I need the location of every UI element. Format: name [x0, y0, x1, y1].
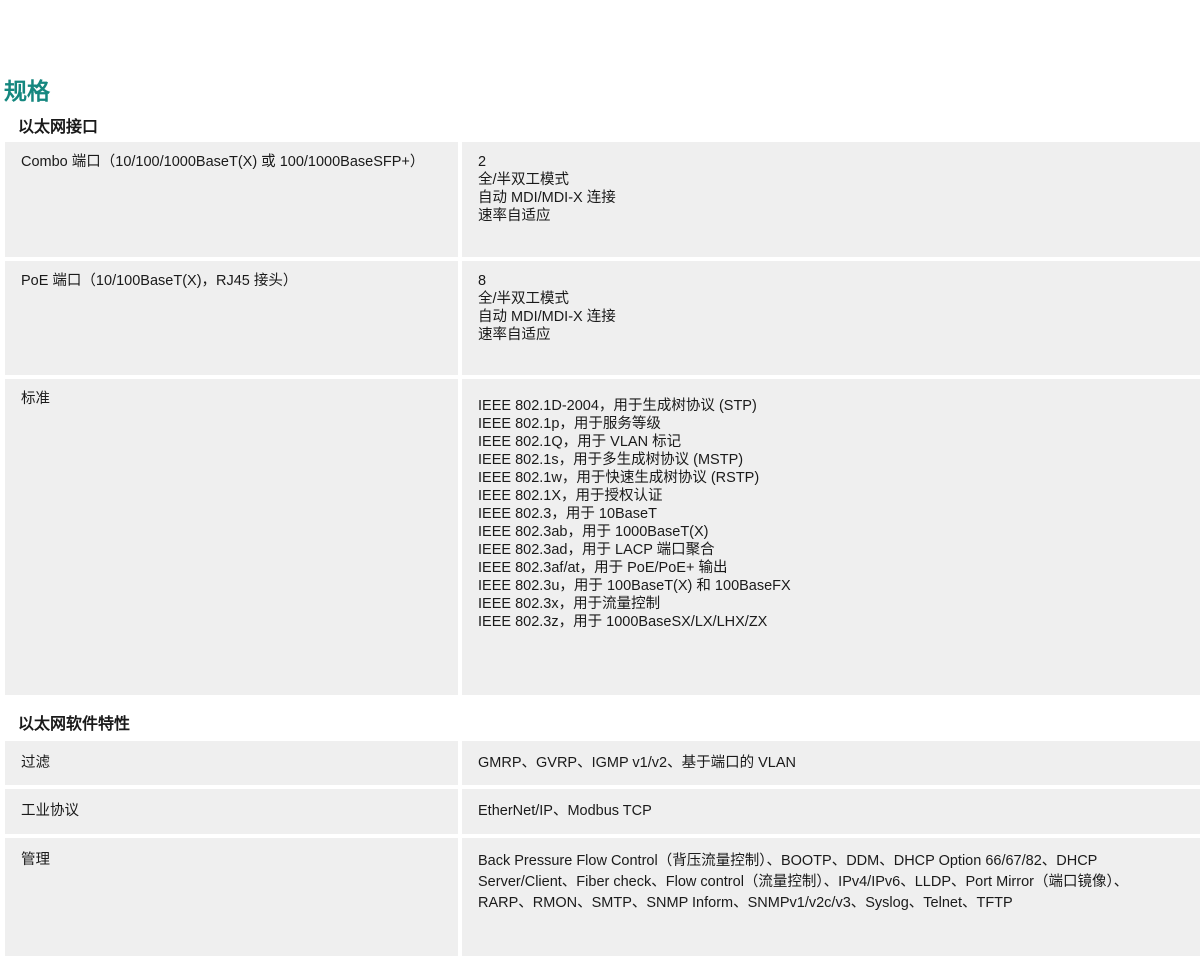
spec-value: Back Pressure Flow Control（背压流量控制）、BOOTP…: [462, 838, 1200, 956]
spec-row-filtering: 过滤 GMRP、GVRP、IGMP v1/v2、基于端口的 VLAN: [5, 741, 1200, 785]
ethernet-interface-table: Combo 端口（10/100/1000BaseT(X) 或 100/1000B…: [5, 142, 1200, 695]
spec-label: 过滤: [5, 741, 458, 785]
spec-row-poe-ports: PoE 端口（10/100BaseT(X)，RJ45 接头） 8 全/半双工模式…: [5, 261, 1200, 375]
ethernet-software-table: 过滤 GMRP、GVRP、IGMP v1/v2、基于端口的 VLAN 工业协议 …: [5, 741, 1200, 956]
standard-item: IEEE 802.3z，用于 1000BaseSX/LX/LHX/ZX: [478, 614, 768, 630]
standard-item: IEEE 802.1X，用于授权认证: [478, 488, 663, 504]
section-title-ethernet-interface: 以太网接口: [18, 119, 99, 136]
standard-item: IEEE 802.1D-2004，用于生成树协议 (STP): [478, 398, 757, 414]
spec-value-line: EtherNet/IP、Modbus TCP: [478, 803, 652, 819]
standard-item: IEEE 802.3x，用于流量控制: [478, 596, 661, 612]
spec-row-management: 管理 Back Pressure Flow Control（背压流量控制）、BO…: [5, 838, 1200, 956]
spec-value-line: 速率自适应: [478, 208, 551, 224]
spec-value-line: 8: [478, 273, 487, 289]
spec-label: 管理: [5, 838, 458, 956]
spec-value-line: 自动 MDI/MDI-X 连接: [478, 309, 616, 325]
spec-value: GMRP、GVRP、IGMP v1/v2、基于端口的 VLAN: [462, 741, 1200, 785]
spec-label: PoE 端口（10/100BaseT(X)，RJ45 接头）: [5, 261, 458, 375]
spec-value-line: 全/半双工模式: [478, 172, 570, 188]
page-title: 规格: [4, 78, 50, 104]
spec-label: 标准: [5, 379, 458, 695]
spec-value: 2 全/半双工模式 自动 MDI/MDI-X 连接 速率自适应: [462, 142, 1200, 257]
spec-label: 工业协议: [5, 789, 458, 834]
spec-row-combo-ports: Combo 端口（10/100/1000BaseT(X) 或 100/1000B…: [5, 142, 1200, 257]
standard-item: IEEE 802.1w，用于快速生成树协议 (RSTP): [478, 470, 760, 486]
spec-value: 8 全/半双工模式 自动 MDI/MDI-X 连接 速率自适应: [462, 261, 1200, 375]
spec-value-line: 自动 MDI/MDI-X 连接: [478, 190, 616, 206]
section-title-ethernet-software-features: 以太网软件特性: [18, 716, 131, 733]
standard-item: IEEE 802.3u，用于 100BaseT(X) 和 100BaseFX: [478, 578, 791, 594]
spec-value: EtherNet/IP、Modbus TCP: [462, 789, 1200, 834]
spec-value-line: 2: [478, 154, 487, 170]
standard-item: IEEE 802.3ab，用于 1000BaseT(X): [478, 524, 709, 540]
standard-item: IEEE 802.3，用于 10BaseT: [478, 506, 657, 522]
spec-value-line: Back Pressure Flow Control（背压流量控制）、BOOTP…: [478, 853, 1129, 911]
spec-value-line: GMRP、GVRP、IGMP v1/v2、基于端口的 VLAN: [478, 755, 796, 771]
standard-item: IEEE 802.1Q，用于 VLAN 标记: [478, 434, 682, 450]
spec-value-line: 全/半双工模式: [478, 291, 570, 307]
standard-item: IEEE 802.1s，用于多生成树协议 (MSTP): [478, 452, 744, 468]
spec-row-industrial-protocols: 工业协议 EtherNet/IP、Modbus TCP: [5, 789, 1200, 834]
spec-row-standards: 标准 IEEE 802.1D-2004，用于生成树协议 (STP) IEEE 8…: [5, 379, 1200, 695]
spec-value: IEEE 802.1D-2004，用于生成树协议 (STP) IEEE 802.…: [462, 379, 1200, 695]
standard-item: IEEE 802.3af/at，用于 PoE/PoE+ 输出: [478, 560, 728, 576]
standard-item: IEEE 802.1p，用于服务等级: [478, 416, 661, 432]
spec-label: Combo 端口（10/100/1000BaseT(X) 或 100/1000B…: [5, 142, 458, 257]
standard-item: IEEE 802.3ad，用于 LACP 端口聚合: [478, 542, 715, 558]
spec-value-line: 速率自适应: [478, 327, 551, 343]
